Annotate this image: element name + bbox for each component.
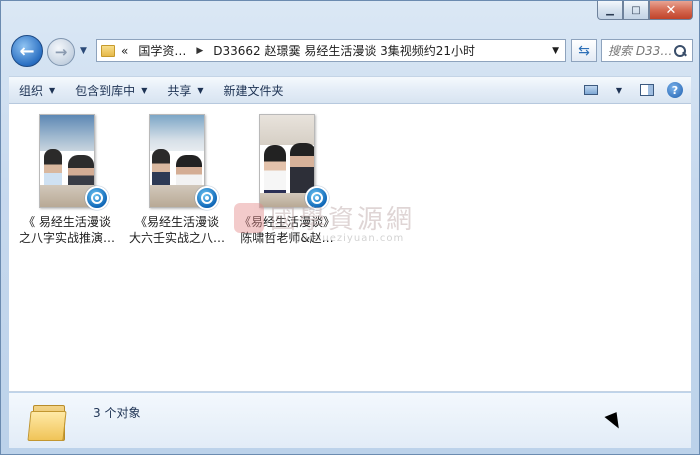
file-name: 《 易经生活漫谈 之八字实战推演… bbox=[18, 215, 115, 245]
preview-pane-button[interactable] bbox=[635, 79, 659, 101]
refresh-button[interactable]: ⇆ bbox=[571, 39, 597, 62]
address-dropdown-icon[interactable]: ▼ bbox=[552, 46, 559, 56]
search-input[interactable] bbox=[602, 40, 674, 61]
new-folder-label: 新建文件夹 bbox=[223, 83, 284, 98]
close-button[interactable]: ✕ bbox=[649, 1, 693, 20]
toolbar-right-group: ▼ ? bbox=[579, 79, 691, 101]
organize-label: 组织 bbox=[19, 83, 44, 98]
view-options-dropdown[interactable]: ▼ bbox=[607, 79, 631, 101]
breadcrumb-item-current[interactable]: D33662 赵璟霙 易经生活漫谈 3集视频约21小时 bbox=[213, 42, 475, 59]
item-count: 3 个对象 bbox=[93, 406, 141, 420]
include-in-library-label: 包含到库中 bbox=[75, 83, 136, 98]
minimize-button[interactable]: ▁ bbox=[597, 1, 623, 20]
caption-buttons: ▁ □ ✕ bbox=[597, 1, 693, 21]
search-box[interactable] bbox=[601, 39, 693, 62]
address-bar[interactable]: « 国学资… ▶ D33662 赵璟霙 易经生活漫谈 3集视频约21小时 ▼ bbox=[96, 39, 566, 62]
file-list-view[interactable]: 《 易经生活漫谈 之八字实战推演… 《易经生活漫谈 大六壬实战之八… 《易经生活… bbox=[9, 104, 691, 392]
preview-pane-icon bbox=[640, 84, 654, 96]
file-item-2[interactable]: 《易经生活漫谈 大六壬实战之八… bbox=[125, 114, 229, 246]
chevron-down-icon: ▼ bbox=[141, 85, 148, 95]
include-in-library-menu[interactable]: 包含到库中 ▼ bbox=[65, 77, 157, 103]
organize-menu[interactable]: 组织 ▼ bbox=[9, 77, 65, 103]
chevron-down-icon: ▼ bbox=[197, 85, 204, 95]
command-bar: 组织 ▼ 包含到库中 ▼ 共享 ▼ 新建文件夹 ▼ ? bbox=[9, 76, 691, 104]
share-menu[interactable]: 共享 ▼ bbox=[157, 77, 213, 103]
breadcrumb-item-parent[interactable]: 国学资… bbox=[138, 42, 186, 59]
video-player-icon bbox=[195, 186, 219, 210]
navigation-bar: ← → ▼ « 国学资… ▶ D33662 赵璟霙 易经生活漫谈 3集视频约21… bbox=[11, 34, 693, 67]
chevron-down-icon: ▼ bbox=[49, 85, 56, 95]
folder-icon bbox=[101, 44, 115, 57]
file-name: 《易经生活漫谈 大六壬实战之八… bbox=[128, 215, 225, 245]
search-icon[interactable] bbox=[674, 44, 686, 57]
watermark-title: 國學資源網 bbox=[270, 205, 416, 235]
maximize-button[interactable]: □ bbox=[623, 1, 649, 20]
view-icon bbox=[584, 85, 598, 95]
share-label: 共享 bbox=[167, 83, 192, 98]
video-player-icon bbox=[85, 186, 109, 210]
forward-button[interactable]: → bbox=[47, 38, 75, 66]
watermark-logo-icon bbox=[234, 202, 264, 233]
folder-icon bbox=[27, 401, 69, 441]
file-item-1[interactable]: 《 易经生活漫谈 之八字实战推演… bbox=[15, 114, 119, 246]
recent-pages-dropdown[interactable]: ▼ bbox=[80, 46, 87, 56]
breadcrumb-overflow[interactable]: « bbox=[121, 44, 128, 58]
details-pane: 3 个对象 bbox=[9, 393, 691, 448]
back-button[interactable]: ← bbox=[11, 35, 43, 67]
breadcrumb-separator-icon[interactable]: ▶ bbox=[196, 46, 203, 56]
watermark-url: guoxueziyuan.com bbox=[294, 233, 405, 244]
explorer-window: ▁ □ ✕ ← → ▼ « 国学资… ▶ D33662 赵璟霙 易经生活漫谈 3… bbox=[0, 0, 700, 455]
chevron-down-icon: ▼ bbox=[615, 85, 623, 95]
help-button[interactable]: ? bbox=[663, 79, 687, 101]
watermark: 國學資源網 guoxueziyuan.com bbox=[234, 199, 416, 244]
new-folder-button[interactable]: 新建文件夹 bbox=[214, 77, 294, 103]
help-icon: ? bbox=[667, 82, 683, 98]
change-view-button[interactable] bbox=[579, 79, 603, 101]
